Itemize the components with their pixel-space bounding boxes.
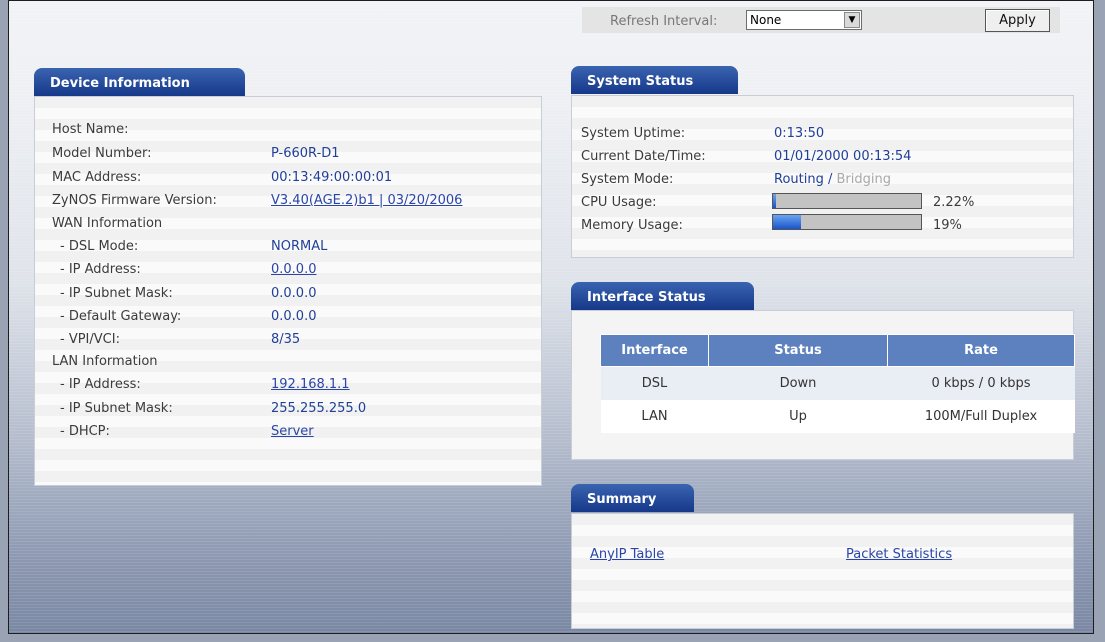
system-mode-separator: /	[823, 172, 837, 187]
wan-default-gateway-label: - Default Gateway:	[60, 309, 182, 324]
refresh-interval-label: Refresh Interval:	[610, 14, 718, 29]
tab-summary: Summary	[571, 484, 694, 512]
interface-cell: DSL	[600, 366, 709, 400]
status-cell: Down	[708, 366, 888, 400]
lan-subnet-mask-value: 255.255.255.0	[271, 401, 367, 416]
cpu-usage-value: 2.22%	[933, 195, 975, 210]
interface-cell: LAN	[600, 400, 709, 433]
table-row: DSL Down 0 kbps / 0 kbps	[600, 366, 1075, 400]
system-uptime-label: System Uptime:	[581, 126, 686, 141]
wan-ip-address-link[interactable]: 0.0.0.0	[271, 262, 316, 277]
apply-button[interactable]: Apply	[985, 9, 1050, 32]
packet-statistics-link[interactable]: Packet Statistics	[846, 547, 952, 562]
refresh-interval-value: None	[750, 13, 782, 27]
host-name-label: Host Name:	[52, 122, 129, 137]
model-number-value: P-660R-D1	[271, 146, 340, 161]
system-mode-label: System Mode:	[581, 172, 674, 187]
tab-interface-status: Interface Status	[571, 282, 754, 310]
wan-subnet-mask-value: 0.0.0.0	[271, 286, 317, 301]
wan-subnet-mask-label: - IP Subnet Mask:	[60, 286, 173, 301]
wan-vpi-vci-label: - VPI/VCI:	[60, 332, 120, 347]
cpu-usage-label: CPU Usage:	[581, 195, 657, 210]
lan-dhcp-link[interactable]: Server	[271, 424, 314, 439]
wan-vpi-vci-value: 8/35	[271, 332, 301, 347]
rate-column-header: Rate	[887, 334, 1075, 367]
memory-usage-bar	[772, 214, 922, 230]
mac-address-value: 00:13:49:00:00:01	[271, 170, 393, 185]
status-cell: Up	[708, 400, 888, 433]
tab-device-information: Device Information	[34, 68, 245, 96]
system-mode-value: Routing / Bridging	[774, 172, 891, 187]
current-datetime-value: 01/01/2000 00:13:54	[774, 149, 912, 164]
rate-cell: 0 kbps / 0 kbps	[887, 366, 1075, 400]
memory-usage-label: Memory Usage:	[581, 218, 683, 233]
lan-ip-address-label: - IP Address:	[60, 377, 141, 392]
memory-usage-value: 19%	[933, 218, 962, 233]
cpu-usage-bar	[772, 193, 922, 209]
interface-table-header-row: Interface Status Rate	[600, 334, 1075, 367]
wan-ip-address-label: - IP Address:	[60, 262, 141, 277]
wan-dsl-mode-label: - DSL Mode:	[60, 239, 139, 254]
status-column-header: Status	[708, 334, 888, 367]
system-mode-routing: Routing	[774, 172, 824, 187]
system-uptime-value: 0:13:50	[774, 126, 825, 141]
wan-dsl-mode-value: NORMAL	[271, 239, 328, 254]
lan-ip-address-link[interactable]: 192.168.1.1	[271, 377, 350, 392]
cpu-usage-bar-fill	[773, 194, 777, 208]
current-datetime-label: Current Date/Time:	[581, 149, 706, 164]
interface-status-table: Interface Status Rate DSL Down 0 kbps / …	[600, 334, 1075, 433]
summary-panel	[571, 513, 1074, 629]
model-number-label: Model Number:	[52, 146, 152, 161]
lan-dhcp-label: - DHCP:	[60, 424, 110, 439]
firmware-version-label: ZyNOS Firmware Version:	[52, 193, 217, 208]
system-mode-bridging: Bridging	[836, 172, 891, 187]
mac-address-label: MAC Address:	[52, 170, 142, 185]
wan-information-heading: WAN Information	[52, 216, 163, 231]
tab-system-status: System Status	[571, 66, 738, 94]
firmware-version-link[interactable]: V3.40(AGE.2)b1 | 03/20/2006	[271, 193, 462, 208]
lan-information-heading: LAN Information	[52, 354, 158, 369]
refresh-interval-select[interactable]: None ▼	[746, 10, 862, 30]
table-row: LAN Up 100M/Full Duplex	[600, 400, 1075, 433]
lan-subnet-mask-label: - IP Subnet Mask:	[60, 401, 173, 416]
memory-usage-bar-fill	[773, 215, 802, 229]
anyip-table-link[interactable]: AnyIP Table	[590, 547, 664, 562]
rate-cell: 100M/Full Duplex	[887, 400, 1075, 433]
chevron-down-icon[interactable]: ▼	[844, 12, 860, 28]
wan-default-gateway-value: 0.0.0.0	[271, 309, 317, 324]
interface-column-header: Interface	[600, 334, 709, 367]
